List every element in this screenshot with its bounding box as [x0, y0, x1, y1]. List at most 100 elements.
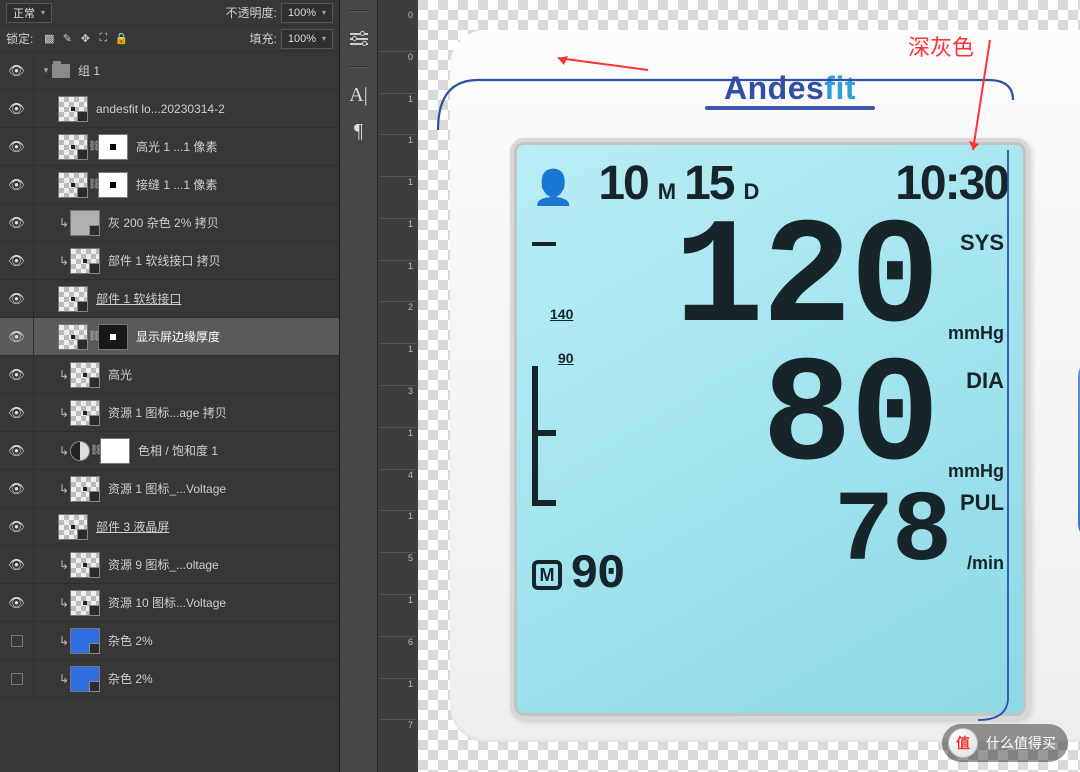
brand-underline	[705, 106, 875, 110]
lock-fill-row: 锁定: ▩ ✎ ✥ ⛶ 🔒 填充: 100% ▾	[0, 26, 339, 52]
visibility-toggle[interactable]: 👁	[0, 470, 34, 507]
visibility-toggle[interactable]: 👁	[0, 318, 34, 355]
layer-thumbnail[interactable]	[58, 286, 88, 312]
layer-row[interactable]: 👁 ⛓ 显示屏边缘厚度	[0, 318, 339, 356]
visibility-toggle[interactable]: 👁	[0, 508, 34, 545]
visibility-toggle[interactable]: 👁	[0, 90, 34, 127]
visibility-toggle[interactable]: 👁	[0, 394, 34, 431]
visibility-toggle[interactable]: 👁	[0, 242, 34, 279]
visibility-toggle[interactable]: 👁	[0, 356, 34, 393]
paragraph-icon[interactable]: ¶	[345, 118, 373, 144]
layer-mask-thumbnail[interactable]	[98, 134, 128, 160]
layer-name[interactable]: 显示屏边缘厚度	[136, 328, 220, 345]
layer-row[interactable]: 👁 ▾ 组 1	[0, 52, 339, 90]
sys-label: SYS	[960, 230, 1004, 256]
layer-thumbnail[interactable]	[70, 590, 100, 616]
layer-name[interactable]: 色相 / 饱和度 1	[138, 442, 218, 459]
visibility-toggle[interactable]: 👁	[0, 432, 34, 469]
canvas[interactable]: Andesfit 👤 10 M 15 D 10:30 140	[418, 0, 1080, 772]
layer-row[interactable]: 👁↳资源 1 图标_...Voltage	[0, 470, 339, 508]
layer-name[interactable]: 接缝 1 ...1 像素	[136, 176, 217, 193]
layer-thumbnail[interactable]	[70, 552, 100, 578]
layer-row[interactable]: 👁 部件 3 液晶屏	[0, 508, 339, 546]
layer-row[interactable]: 👁↳灰 200 杂色 2% 拷贝	[0, 204, 339, 242]
layer-thumbnail[interactable]	[58, 96, 88, 122]
layer-row[interactable]: 👁 ⛓ 接缝 1 ...1 像素	[0, 166, 339, 204]
visibility-toggle[interactable]: 👁	[0, 52, 34, 89]
layer-name[interactable]: 组 1	[78, 62, 100, 79]
link-icon[interactable]: ⛓	[88, 179, 98, 190]
link-icon[interactable]: ⛓	[88, 141, 98, 152]
layer-thumbnail[interactable]	[70, 362, 100, 388]
layer-row[interactable]: 👁 andesfit lo...20230314-2	[0, 90, 339, 128]
layer-name[interactable]: 部件 1 软线接口	[96, 290, 181, 307]
link-icon[interactable]: ⛓	[88, 331, 98, 342]
lock-brush-icon[interactable]: ✎	[59, 31, 75, 47]
layer-name[interactable]: 高光 1 ...1 像素	[136, 138, 217, 155]
layer-row[interactable]: 👁↳高光	[0, 356, 339, 394]
dia-unit: mmHg	[948, 461, 1004, 482]
layer-row[interactable]: 👁 ⛓ 高光 1 ...1 像素	[0, 128, 339, 166]
blend-mode-dropdown[interactable]: 正常 ▾	[6, 3, 52, 23]
adjustment-layer-icon	[70, 441, 90, 461]
visibility-toggle[interactable]: 👁	[0, 204, 34, 241]
pulse-unit: /min	[967, 553, 1004, 574]
link-icon[interactable]: ⛓	[90, 445, 100, 456]
layer-thumbnail[interactable]	[70, 666, 100, 692]
layer-name[interactable]: 资源 9 图标_...oltage	[108, 556, 219, 573]
layer-thumbnail[interactable]	[58, 134, 88, 160]
fill-dropdown[interactable]: 100% ▾	[281, 29, 333, 49]
clipping-indicator-icon: ↳	[58, 672, 70, 686]
layer-thumbnail[interactable]	[70, 476, 100, 502]
layer-row[interactable]: 👁 部件 1 软线接口	[0, 280, 339, 318]
layer-thumbnail[interactable]	[70, 210, 100, 236]
clipping-indicator-icon: ↳	[58, 634, 70, 648]
layer-name[interactable]: 灰 200 杂色 2% 拷贝	[108, 214, 219, 231]
visibility-toggle[interactable]: 👁	[0, 280, 34, 317]
fill-label: 填充:	[250, 30, 277, 47]
layer-row[interactable]: 👁↳部件 1 软线接口 拷贝	[0, 242, 339, 280]
visibility-toggle[interactable]: 👁	[0, 584, 34, 621]
sliders-icon[interactable]	[345, 26, 373, 52]
visibility-toggle[interactable]: 👁	[0, 166, 34, 203]
layers-list[interactable]: 👁 ▾ 组 1 👁 andesfit lo...20230314-2 👁 ⛓ 高光 1 ...…	[0, 52, 339, 772]
disclosure-triangle-icon[interactable]: ▾	[40, 65, 52, 76]
layer-row[interactable]: 👁↳资源 9 图标_...oltage	[0, 546, 339, 584]
layer-mask-thumbnail[interactable]	[98, 324, 128, 350]
layer-thumbnail[interactable]	[70, 248, 100, 274]
opacity-dropdown[interactable]: 100% ▾	[281, 3, 333, 23]
layer-row[interactable]: ↳ 杂色 2%	[0, 622, 339, 660]
layer-name[interactable]: 资源 1 图标_...Voltage	[108, 480, 226, 497]
layer-row[interactable]: ↳ 杂色 2%	[0, 660, 339, 698]
layer-mask-thumbnail[interactable]	[100, 438, 130, 464]
layer-name[interactable]: 高光	[108, 366, 132, 383]
clipping-indicator-icon: ↳	[58, 406, 70, 420]
lock-all-icon[interactable]: 🔒	[113, 31, 129, 47]
layer-name[interactable]: 杂色 2%	[108, 670, 153, 687]
visibility-toggle[interactable]	[0, 622, 34, 659]
lock-pixels-icon[interactable]: ▩	[41, 31, 57, 47]
layer-name[interactable]: 部件 3 液晶屏	[96, 518, 169, 535]
layer-row[interactable]: 👁 ↳ 资源 1 图标...age 拷贝	[0, 394, 339, 432]
visibility-toggle[interactable]: 👁	[0, 128, 34, 165]
layer-name[interactable]: 杂色 2%	[108, 632, 153, 649]
layer-thumbnail[interactable]	[58, 324, 88, 350]
lock-position-icon[interactable]: ✥	[77, 31, 93, 47]
visibility-toggle[interactable]: 👁	[0, 546, 34, 583]
layer-row[interactable]: 👁↳资源 10 图标...Voltage	[0, 584, 339, 622]
layer-mask-thumbnail[interactable]	[98, 172, 128, 198]
chevron-down-icon: ▾	[322, 34, 326, 43]
layer-thumbnail[interactable]	[70, 400, 100, 426]
layer-name[interactable]: 资源 1 图标...age 拷贝	[108, 404, 227, 421]
layer-thumbnail[interactable]	[58, 172, 88, 198]
layer-thumbnail[interactable]	[70, 628, 100, 654]
lock-artboard-icon[interactable]: ⛶	[95, 31, 111, 47]
layer-name[interactable]: 资源 10 图标...Voltage	[108, 594, 226, 611]
align-left-icon[interactable]: A|	[345, 82, 373, 108]
layer-row[interactable]: 👁↳⛓色相 / 饱和度 1	[0, 432, 339, 470]
layer-thumbnail[interactable]	[58, 514, 88, 540]
visibility-toggle[interactable]	[0, 660, 34, 697]
lcd-left-column: 140 90 M 90	[532, 212, 628, 706]
layer-name[interactable]: andesfit lo...20230314-2	[96, 102, 225, 116]
layer-name[interactable]: 部件 1 软线接口 拷贝	[108, 252, 221, 269]
